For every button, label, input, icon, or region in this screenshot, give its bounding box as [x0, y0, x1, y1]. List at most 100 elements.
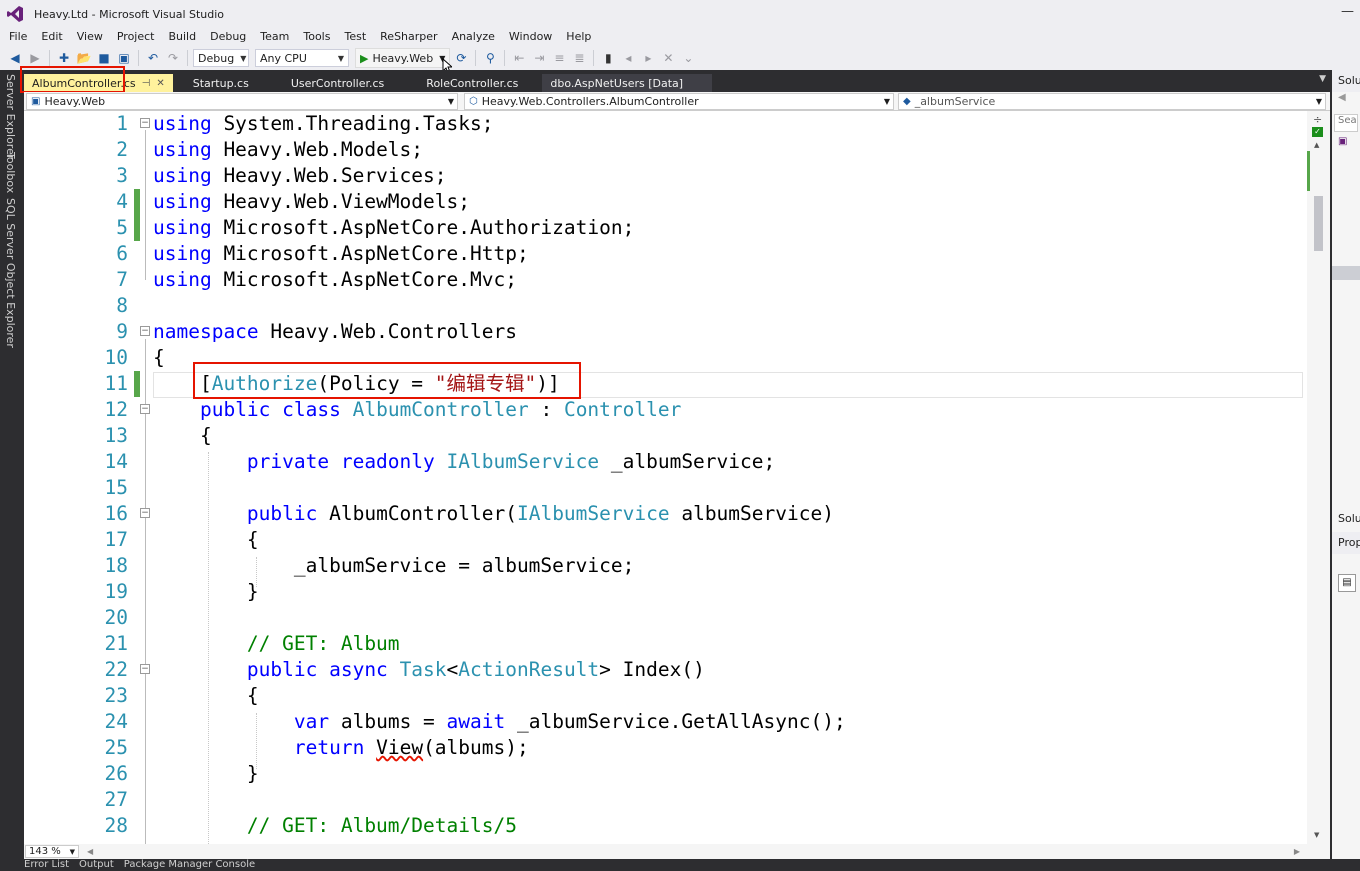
- tab-role-controller[interactable]: RoleController.cs: [418, 74, 526, 92]
- code-line[interactable]: 18 _albumService = albumService;: [24, 553, 1307, 579]
- code-line[interactable]: 26 }: [24, 761, 1307, 787]
- collapse-icon[interactable]: −: [140, 664, 150, 674]
- scroll-right-icon[interactable]: ▶: [1294, 847, 1300, 856]
- menu-view[interactable]: View: [70, 28, 110, 46]
- open-file-icon[interactable]: 📂: [75, 49, 93, 67]
- close-icon[interactable]: ✕: [156, 78, 164, 89]
- code-line[interactable]: 23 {: [24, 683, 1307, 709]
- code-line[interactable]: 25 return View(albums);: [24, 735, 1307, 761]
- code-line[interactable]: 22 − public async Task<ActionResult> Inde…: [24, 657, 1307, 683]
- code-line[interactable]: 2 using Heavy.Web.Models;: [24, 137, 1307, 163]
- scroll-up-icon[interactable]: ▲: [1314, 141, 1319, 149]
- zoom-select[interactable]: 143 % ▼: [25, 845, 79, 858]
- bookmark-icon[interactable]: ▮: [599, 49, 617, 67]
- outdent-icon[interactable]: ⇤: [510, 49, 528, 67]
- code-line[interactable]: 9 − namespace Heavy.Web.Controllers: [24, 319, 1307, 345]
- menu-help[interactable]: Help: [559, 28, 598, 46]
- code-line[interactable]: 7 using Microsoft.AspNetCore.Mvc;: [24, 267, 1307, 293]
- start-debugging-button[interactable]: ▶ Heavy.Web ▼: [355, 48, 451, 68]
- save-all-icon[interactable]: ▣: [115, 49, 133, 67]
- code-line[interactable]: 6 using Microsoft.AspNetCore.Http;: [24, 241, 1307, 267]
- prev-bookmark-icon[interactable]: ◂: [619, 49, 637, 67]
- scroll-thumb[interactable]: [1314, 196, 1323, 251]
- menu-tools[interactable]: Tools: [296, 28, 337, 46]
- code-line[interactable]: 5 using Microsoft.AspNetCore.Authorizatio…: [24, 215, 1307, 241]
- solution-search-input[interactable]: Sear: [1334, 114, 1358, 132]
- indent-icon[interactable]: ⇥: [530, 49, 548, 67]
- code-line[interactable]: 4 using Heavy.Web.ViewModels;: [24, 189, 1307, 215]
- comment-icon[interactable]: ≡: [550, 49, 568, 67]
- menu-team[interactable]: Team: [253, 28, 296, 46]
- member-dropdown[interactable]: ◆ _albumService ▼: [897, 92, 1326, 110]
- menu-build[interactable]: Build: [161, 28, 203, 46]
- find-icon[interactable]: ⚲: [481, 49, 499, 67]
- scroll-down-icon[interactable]: ▼: [1314, 831, 1319, 839]
- error-list-tab[interactable]: Error List: [24, 859, 69, 871]
- new-project-icon[interactable]: ✚: [55, 49, 73, 67]
- uncomment-icon[interactable]: ≣: [570, 49, 588, 67]
- menu-test[interactable]: Test: [337, 28, 373, 46]
- tab-aspnetusers-data[interactable]: dbo.AspNetUsers [Data]: [542, 74, 713, 92]
- code-line[interactable]: 3 using Heavy.Web.Services;: [24, 163, 1307, 189]
- menu-debug[interactable]: Debug: [203, 28, 253, 46]
- code-line[interactable]: 21 // GET: Album: [24, 631, 1307, 657]
- save-icon[interactable]: ■: [95, 49, 113, 67]
- package-manager-console-tab[interactable]: Package Manager Console: [124, 859, 255, 871]
- server-explorer-tab[interactable]: Server Explorer: [4, 74, 17, 159]
- navigate-back-icon[interactable]: ◀: [6, 49, 24, 67]
- code-line[interactable]: 8: [24, 293, 1307, 319]
- solution-configuration-select[interactable]: Debug ▼: [193, 49, 249, 67]
- code-line[interactable]: 14 private readonly IAlbumService _album…: [24, 449, 1307, 475]
- menu-window[interactable]: Window: [502, 28, 559, 46]
- clear-bookmarks-icon[interactable]: ✕: [659, 49, 677, 67]
- collapse-icon[interactable]: −: [140, 326, 150, 336]
- minimize-icon[interactable]: —: [1341, 4, 1354, 19]
- back-icon[interactable]: ◀: [1332, 92, 1360, 110]
- code-line[interactable]: 12 − public class AlbumController : Contr…: [24, 397, 1307, 423]
- menu-resharper[interactable]: ReSharper: [373, 28, 444, 46]
- code-line[interactable]: 15: [24, 475, 1307, 501]
- refresh-icon[interactable]: ⟳: [452, 49, 470, 67]
- tab-user-controller[interactable]: UserController.cs: [283, 74, 392, 92]
- solution-explorer-header[interactable]: Solu: [1332, 70, 1360, 92]
- collapse-icon[interactable]: −: [140, 404, 150, 414]
- chevron-down-icon[interactable]: ▼: [1319, 74, 1326, 84]
- solution-explorer-tab[interactable]: Solu: [1332, 508, 1360, 530]
- undo-icon[interactable]: ↶: [144, 49, 162, 67]
- menu-project[interactable]: Project: [110, 28, 162, 46]
- solution-icon[interactable]: ▣: [1332, 136, 1360, 147]
- sql-server-object-explorer-tab[interactable]: SQL Server Object Explorer: [4, 198, 17, 348]
- code-line[interactable]: 27: [24, 787, 1307, 813]
- menu-file[interactable]: File: [2, 28, 34, 46]
- code-line[interactable]: 16 − public AlbumController(IAlbumService…: [24, 501, 1307, 527]
- properties-header[interactable]: Prop: [1332, 532, 1360, 554]
- vertical-scrollbar[interactable]: ÷ ✓ ▲ ▼: [1307, 111, 1330, 844]
- split-icon[interactable]: ÷: [1313, 113, 1322, 126]
- code-line[interactable]: 19 }: [24, 579, 1307, 605]
- code-line[interactable]: 28 // GET: Album/Details/5: [24, 813, 1307, 839]
- type-dropdown[interactable]: ⬡ Heavy.Web.Controllers.AlbumController ▼: [463, 92, 894, 110]
- code-line[interactable]: 24 var albums = await _albumService.GetA…: [24, 709, 1307, 735]
- collapse-icon[interactable]: −: [140, 118, 150, 128]
- horizontal-scrollbar[interactable]: 143 % ▼ ◀ ▶: [24, 844, 1330, 859]
- toolbar-overflow-icon[interactable]: ⌄: [679, 49, 697, 67]
- next-bookmark-icon[interactable]: ▸: [639, 49, 657, 67]
- navigate-forward-icon[interactable]: ▶: [26, 49, 44, 67]
- collapse-icon[interactable]: −: [140, 508, 150, 518]
- tab-startup[interactable]: Startup.cs: [185, 74, 257, 92]
- redo-icon[interactable]: ↷: [164, 49, 182, 67]
- code-line[interactable]: 13 {: [24, 423, 1307, 449]
- project-dropdown[interactable]: ▣ Heavy.Web ▼: [26, 92, 458, 110]
- scroll-left-icon[interactable]: ◀: [87, 847, 93, 856]
- solution-platform-select[interactable]: Any CPU ▼: [255, 49, 349, 67]
- toolbox-tab[interactable]: Toolbox: [4, 152, 17, 193]
- code-line[interactable]: 17 {: [24, 527, 1307, 553]
- categorized-icon[interactable]: ▤: [1338, 574, 1356, 592]
- pin-icon[interactable]: ⊣: [142, 78, 151, 89]
- code-editor[interactable]: 1− using System.Threading.Tasks; 2 using He…: [24, 111, 1307, 844]
- code-line[interactable]: 20: [24, 605, 1307, 631]
- code-line[interactable]: 1 − using System.Threading.Tasks;: [24, 111, 1307, 137]
- output-tab[interactable]: Output: [79, 859, 114, 871]
- menu-analyze[interactable]: Analyze: [445, 28, 502, 46]
- menu-edit[interactable]: Edit: [34, 28, 69, 46]
